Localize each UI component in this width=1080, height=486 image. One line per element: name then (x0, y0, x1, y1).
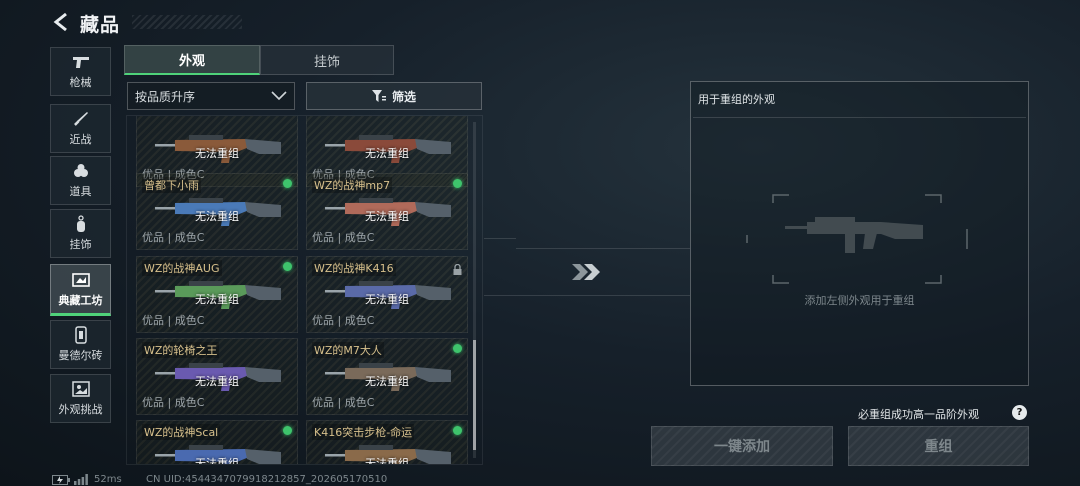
item-card[interactable]: WZ的战神Scal 无法重组 (136, 420, 298, 465)
battery-icon (52, 475, 70, 485)
item-name: K416突击步枪-命运 (312, 424, 415, 440)
item-status: 无法重组 (195, 375, 239, 388)
item-name: WZ的M7大人 (312, 342, 384, 358)
item-card[interactable]: 曾都下小雨无法重组优品 | 成色C (136, 173, 298, 250)
item-name: WZ的轮椅之王 (142, 342, 220, 358)
item-status: 无法重组 (195, 293, 239, 306)
item-card[interactable]: WZ的轮椅之王无法重组优品 | 成色C (136, 338, 298, 415)
brick-icon (72, 326, 90, 344)
sort-dropdown[interactable]: 按品质升序 (127, 82, 295, 110)
sidebar-item-challenge[interactable]: 外观挑战 (50, 374, 111, 423)
remake-button[interactable]: 重组 (848, 426, 1029, 466)
equipped-dot-icon (283, 262, 292, 271)
sort-label: 按品质升序 (135, 89, 196, 104)
panel-divider (693, 117, 1026, 118)
item-grid[interactable]: 无法重组优品 | 成色C无法重组优品 | 成色C曾都下小雨无法重组优品 | 成色… (126, 115, 483, 465)
filter-button[interactable]: 筛选 (306, 82, 482, 110)
item-name: WZ的战神AUG (142, 260, 222, 276)
back-arrow-icon[interactable] (52, 12, 70, 32)
page-title: 藏品 (80, 14, 121, 36)
equipped-dot-icon (453, 179, 462, 188)
item-status: 无法重组 (365, 293, 409, 306)
sidebar-item-label: 挂饰 (69, 238, 92, 251)
sidebar-item-label: 曼德尔砖 (58, 349, 103, 362)
help-icon[interactable]: ? (1012, 405, 1027, 420)
equipped-dot-icon (283, 426, 292, 435)
item-quality: 优品 | 成色C (142, 231, 205, 244)
sidebar-item-workshop[interactable]: 典藏工坊 (50, 264, 111, 316)
item-card[interactable]: WZ的战神K416 无法重组优品 | 成色C (306, 256, 468, 333)
title-decoration (132, 15, 242, 29)
empty-slot-rifle-icon[interactable] (745, 193, 969, 285)
item-name: WZ的战神mp7 (312, 177, 393, 193)
sidebar-item-brick[interactable]: 曼德尔砖 (50, 320, 111, 369)
quick-add-button[interactable]: 一键添加 (651, 426, 833, 466)
item-name: WZ的战神K416 (312, 260, 396, 276)
filter-icon (371, 89, 386, 102)
item-quality: 优品 | 成色C (312, 396, 375, 409)
ping-text: 52ms (94, 474, 122, 485)
signal-icon (74, 474, 88, 485)
tab-appearance[interactable]: 外观 (124, 45, 260, 75)
pistol-icon (72, 53, 90, 71)
item-quality: 优品 | 成色C (312, 314, 375, 327)
sidebar-item-charm[interactable]: 挂饰 (50, 209, 111, 258)
connector-top (484, 238, 516, 252)
connector-bottom (484, 295, 690, 296)
challenge-icon (71, 380, 90, 398)
item-status: 无法重组 (365, 457, 409, 465)
item-quality: 优品 | 成色C (142, 314, 205, 327)
sidebar-item-label: 外观挑战 (58, 403, 103, 416)
sidebar-item-label: 道具 (69, 185, 92, 198)
workshop-icon (71, 271, 90, 289)
sidebar-item-knife[interactable]: 近战 (50, 104, 111, 153)
item-status: 无法重组 (195, 210, 239, 223)
grenade-icon (72, 162, 90, 180)
uid-text: CN UID:4544347079918212857_202605170510 (146, 474, 388, 485)
guarantee-text: 必重组成功高一品阶外观 (858, 408, 979, 421)
item-quality: 优品 | 成色C (142, 396, 205, 409)
panel-title: 用于重组的外观 (698, 93, 775, 106)
sidebar-item-label: 枪械 (69, 76, 92, 89)
equipped-dot-icon (453, 344, 462, 353)
equipped-dot-icon (283, 179, 292, 188)
chevron-down-icon (271, 91, 287, 101)
item-name: 曾都下小雨 (142, 177, 201, 193)
knife-icon (72, 110, 90, 128)
item-status: 无法重组 (365, 147, 409, 160)
sidebar-item-pistol[interactable]: 枪械 (50, 47, 111, 96)
sidebar-item-grenade[interactable]: 道具 (50, 156, 111, 205)
sidebar-item-label: 近战 (69, 133, 92, 146)
item-card[interactable]: WZ的战神AUG 无法重组优品 | 成色C (136, 256, 298, 333)
item-name: WZ的战神Scal (142, 424, 221, 440)
sidebar-item-label: 典藏工坊 (58, 293, 103, 307)
item-status: 无法重组 (195, 147, 239, 160)
filter-label: 筛选 (391, 89, 416, 104)
item-status: 无法重组 (365, 210, 409, 223)
item-quality: 优品 | 成色C (312, 231, 375, 244)
item-card[interactable]: WZ的M7大人无法重组优品 | 成色C (306, 338, 468, 415)
panel-hint: 添加左侧外观用于重组 (804, 294, 915, 307)
charm-icon (72, 215, 90, 233)
lock-icon (453, 260, 462, 275)
connector-top-2 (516, 248, 690, 249)
item-status: 无法重组 (365, 375, 409, 388)
scrollbar-thumb[interactable] (473, 340, 476, 450)
item-card[interactable]: K416突击步枪-命运无法重组 (306, 420, 468, 465)
equipped-dot-icon (453, 426, 462, 435)
tab-charm[interactable]: 挂饰 (260, 45, 394, 75)
item-card[interactable]: WZ的战神mp7 无法重组优品 | 成色C (306, 173, 468, 250)
item-status: 无法重组 (195, 457, 239, 465)
double-chevron-right-icon (572, 264, 600, 280)
